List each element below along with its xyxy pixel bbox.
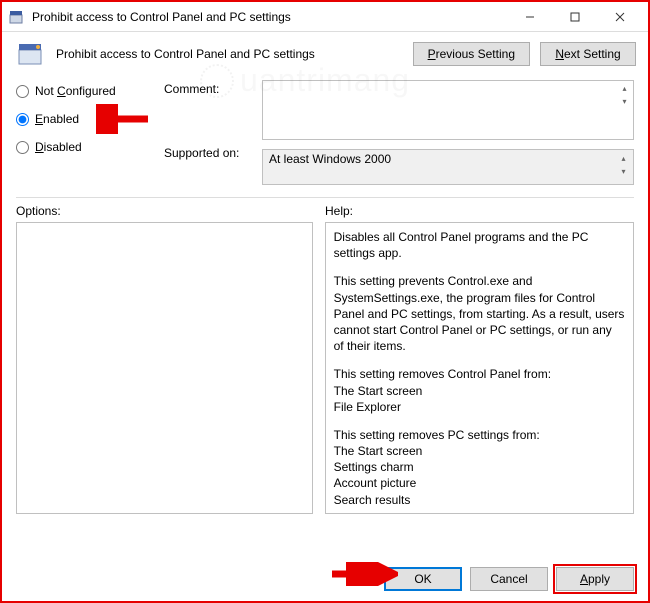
pane-labels: Options: Help: [2, 204, 648, 218]
help-p4: This setting removes PC settings from: T… [334, 427, 625, 508]
radio-not-configured[interactable]: Not Configured [16, 84, 152, 98]
previous-setting-button[interactable]: Previous Setting [413, 42, 530, 66]
radio-disabled-input[interactable] [16, 141, 29, 154]
close-button[interactable] [597, 3, 642, 31]
help-p2: This setting prevents Control.exe and Sy… [334, 273, 625, 354]
comment-label: Comment: [164, 82, 250, 146]
app-icon [8, 9, 24, 25]
footer: OK Cancel Apply [2, 557, 648, 601]
supported-scroll[interactable]: ▴▾ [616, 152, 631, 178]
panes: Disables all Control Panel programs and … [2, 222, 648, 557]
nav-buttons: Previous Setting Next Setting [413, 42, 636, 66]
divider [16, 197, 634, 198]
apply-button[interactable]: Apply [556, 567, 634, 591]
policy-icon [14, 38, 46, 70]
dialog-window: Prohibit access to Control Panel and PC … [0, 0, 650, 603]
titlebar: Prohibit access to Control Panel and PC … [2, 2, 648, 32]
options-label: Options: [16, 204, 325, 218]
comment-textarea[interactable] [262, 80, 634, 140]
comment-scroll[interactable]: ▴▾ [617, 82, 632, 108]
supported-on-box: At least Windows 2000 ▴▾ [262, 149, 634, 185]
options-pane [16, 222, 313, 514]
minimize-button[interactable] [507, 3, 552, 31]
supported-on-value: At least Windows 2000 [269, 152, 391, 166]
next-setting-button[interactable]: Next Setting [540, 42, 636, 66]
window-title: Prohibit access to Control Panel and PC … [32, 10, 507, 24]
radio-enabled[interactable]: Enabled [16, 112, 152, 126]
comment-wrap: ▴▾ [262, 80, 634, 143]
radio-disabled[interactable]: Disabled [16, 140, 152, 154]
window-buttons [507, 3, 642, 31]
config-row: Not Configured Enabled Disabled Comment:… [2, 80, 648, 185]
maximize-button[interactable] [552, 3, 597, 31]
radio-disabled-label: Disabled [35, 140, 82, 154]
next-label-rest: ext Setting [564, 47, 621, 61]
help-pane[interactable]: Disables all Control Panel programs and … [325, 222, 634, 514]
field-values: ▴▾ At least Windows 2000 ▴▾ [262, 80, 634, 185]
radio-not-configured-input[interactable] [16, 85, 29, 98]
radio-not-configured-label: Not Configured [35, 84, 116, 98]
ok-button[interactable]: OK [384, 567, 462, 591]
help-p3: This setting removes Control Panel from:… [334, 366, 625, 415]
apply-label-rest: pply [588, 572, 610, 586]
radio-enabled-label: Enabled [35, 112, 79, 126]
supported-on-label: Supported on: [164, 146, 250, 160]
help-label: Help: [325, 204, 634, 218]
radio-enabled-input[interactable] [16, 113, 29, 126]
policy-title: Prohibit access to Control Panel and PC … [56, 47, 403, 61]
cancel-button[interactable]: Cancel [470, 567, 548, 591]
state-radiogroup: Not Configured Enabled Disabled [16, 80, 152, 185]
prev-label-rest: revious Setting [436, 47, 515, 61]
field-labels: Comment: Supported on: [164, 80, 250, 185]
help-p1: Disables all Control Panel programs and … [334, 229, 625, 261]
header-row: Prohibit access to Control Panel and PC … [2, 32, 648, 80]
